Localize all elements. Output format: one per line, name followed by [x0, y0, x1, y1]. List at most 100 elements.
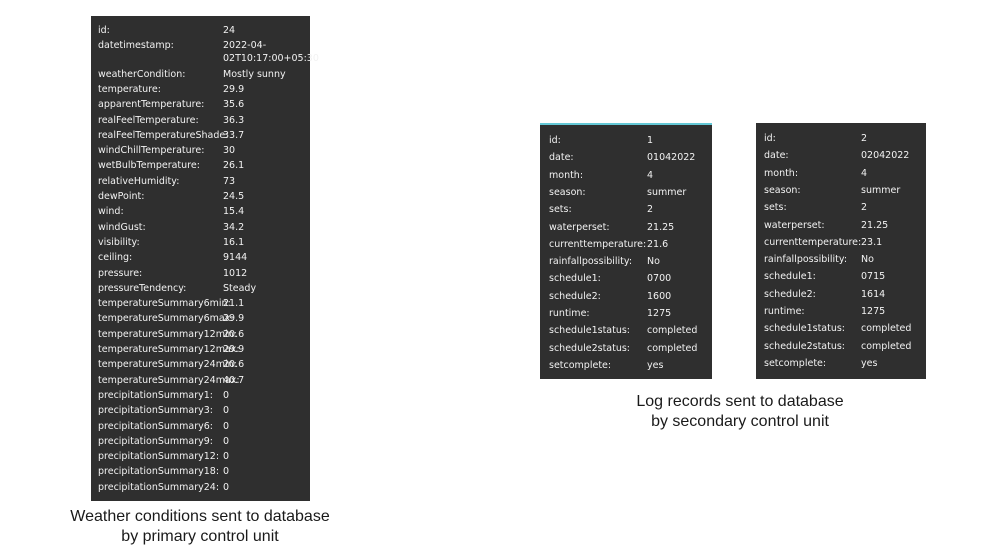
field-value: summer: [647, 186, 687, 198]
field-key: temperatureSummary6max:: [98, 313, 234, 325]
field-key: visibility:: [98, 236, 140, 248]
field-value: completed: [861, 323, 912, 335]
field-key: waterperset:: [764, 219, 825, 231]
field-value: 1275: [861, 306, 886, 317]
field-key: weatherCondition:: [98, 68, 186, 80]
field-value: 24: [223, 25, 236, 36]
field-key: precipitationSummary6:: [98, 420, 214, 432]
field-value-continued: 02T10:17:00+05:30: [223, 53, 319, 65]
field-value: 73: [223, 175, 236, 187]
field-key: setcomplete:: [549, 359, 612, 371]
log-caption: Log records sent to database by secondar…: [590, 392, 890, 432]
field-key: precipitationSummary12:: [98, 451, 220, 463]
field-key: date:: [764, 150, 789, 162]
weather-conditions-panel: id: 24 datetimestamp: 2022-04- 02T10:17:00+0…: [91, 16, 319, 501]
field-key: schedule2:: [549, 290, 601, 302]
field-value: 21.6: [647, 238, 669, 250]
field-key: currenttemperature:: [549, 238, 647, 250]
field-key: rainfallpossibility:: [549, 256, 633, 268]
field-key: relativeHumidity:: [98, 175, 180, 187]
field-value: 34.2: [223, 221, 245, 233]
field-value: No: [647, 256, 660, 268]
field-value: 0: [223, 481, 230, 493]
field-key: schedule1status:: [764, 323, 846, 335]
field-key: runtime:: [549, 308, 590, 319]
field-value: 1: [647, 135, 654, 146]
field-value: 0: [223, 435, 230, 447]
field-key: month:: [764, 167, 799, 179]
field-value: 0: [223, 420, 230, 432]
field-value: 21.25: [647, 221, 675, 233]
field-key: schedule2:: [764, 288, 816, 300]
field-key: wetBulbTemperature:: [98, 160, 200, 172]
field-value: 0: [223, 466, 230, 478]
field-value: 21.25: [861, 219, 889, 231]
log-record-1-panel: id: 1 date: 01042022 month: 4 season: summer set…: [540, 123, 712, 379]
field-key: temperatureSummary6min:: [98, 298, 231, 310]
field-key: id:: [549, 135, 561, 146]
field-key: temperature:: [98, 83, 161, 95]
field-value: 29.9: [223, 313, 245, 325]
weather-caption-line2: by primary control unit: [121, 528, 279, 545]
field-key: windGust:: [98, 221, 146, 233]
field-value: 2: [647, 204, 654, 216]
field-value: 21.1: [223, 298, 245, 310]
field-key: pressureTendency:: [98, 282, 187, 294]
field-key: realFeelTemperature:: [98, 114, 199, 126]
field-value: 01042022: [647, 152, 696, 164]
field-value: 02042022: [861, 150, 910, 162]
field-key: season:: [764, 184, 801, 196]
field-key: datetimestamp:: [98, 40, 174, 52]
field-key: id:: [764, 133, 776, 144]
field-value: 0700: [647, 273, 672, 285]
field-value: No: [861, 254, 874, 266]
log-caption-line2: by secondary control unit: [651, 413, 829, 430]
field-value: 30: [223, 145, 236, 157]
field-value: yes: [861, 357, 878, 369]
field-value: 0: [223, 389, 230, 401]
field-value: 2: [861, 133, 868, 144]
field-value: 35.6: [223, 99, 245, 111]
field-value: 1600: [647, 290, 672, 302]
field-key: schedule1:: [549, 273, 601, 285]
field-value: 1275: [647, 308, 672, 319]
field-key: schedule1status:: [549, 325, 631, 337]
field-value: 33.7: [223, 129, 245, 141]
field-value: completed: [647, 325, 698, 337]
field-value: yes: [647, 359, 664, 371]
field-value: 16.1: [223, 236, 245, 248]
field-value: 40.7: [223, 374, 245, 386]
field-value: Steady: [223, 282, 257, 294]
field-key: season:: [549, 186, 586, 198]
field-key: ceiling:: [98, 252, 133, 264]
field-key: schedule2status:: [764, 340, 846, 352]
field-key: temperatureSummary12min:: [98, 328, 237, 340]
field-key: sets:: [549, 204, 572, 216]
field-value: 15.4: [223, 206, 245, 218]
field-value: completed: [861, 340, 912, 352]
field-value: completed: [647, 342, 698, 354]
field-value: 0: [223, 405, 230, 417]
field-value: 24.5: [223, 191, 245, 202]
field-value: 0: [223, 451, 230, 463]
field-key: wind:: [98, 206, 124, 218]
field-key: rainfallpossibility:: [764, 254, 848, 266]
field-key: date:: [549, 152, 574, 164]
field-key: schedule1:: [764, 271, 816, 283]
field-key: precipitationSummary1:: [98, 389, 214, 401]
field-key: windChillTemperature:: [98, 145, 205, 157]
field-key: setcomplete:: [764, 357, 827, 369]
field-value: 9144: [223, 252, 248, 264]
field-value: 1614: [861, 288, 886, 300]
field-value: 1012: [223, 267, 248, 279]
field-key: temperatureSummary24max:: [98, 374, 240, 386]
field-value: 23.1: [861, 236, 883, 248]
log-caption-line1: Log records sent to database: [636, 393, 844, 410]
field-key: runtime:: [764, 306, 805, 317]
field-key: waterperset:: [549, 221, 610, 233]
field-key: temperatureSummary12max:: [98, 344, 240, 355]
field-key: temperatureSummary24min:: [98, 359, 237, 371]
field-value: 0715: [861, 271, 886, 283]
field-value: 2022-04-: [223, 40, 267, 52]
field-value: Mostly sunny: [223, 68, 286, 80]
